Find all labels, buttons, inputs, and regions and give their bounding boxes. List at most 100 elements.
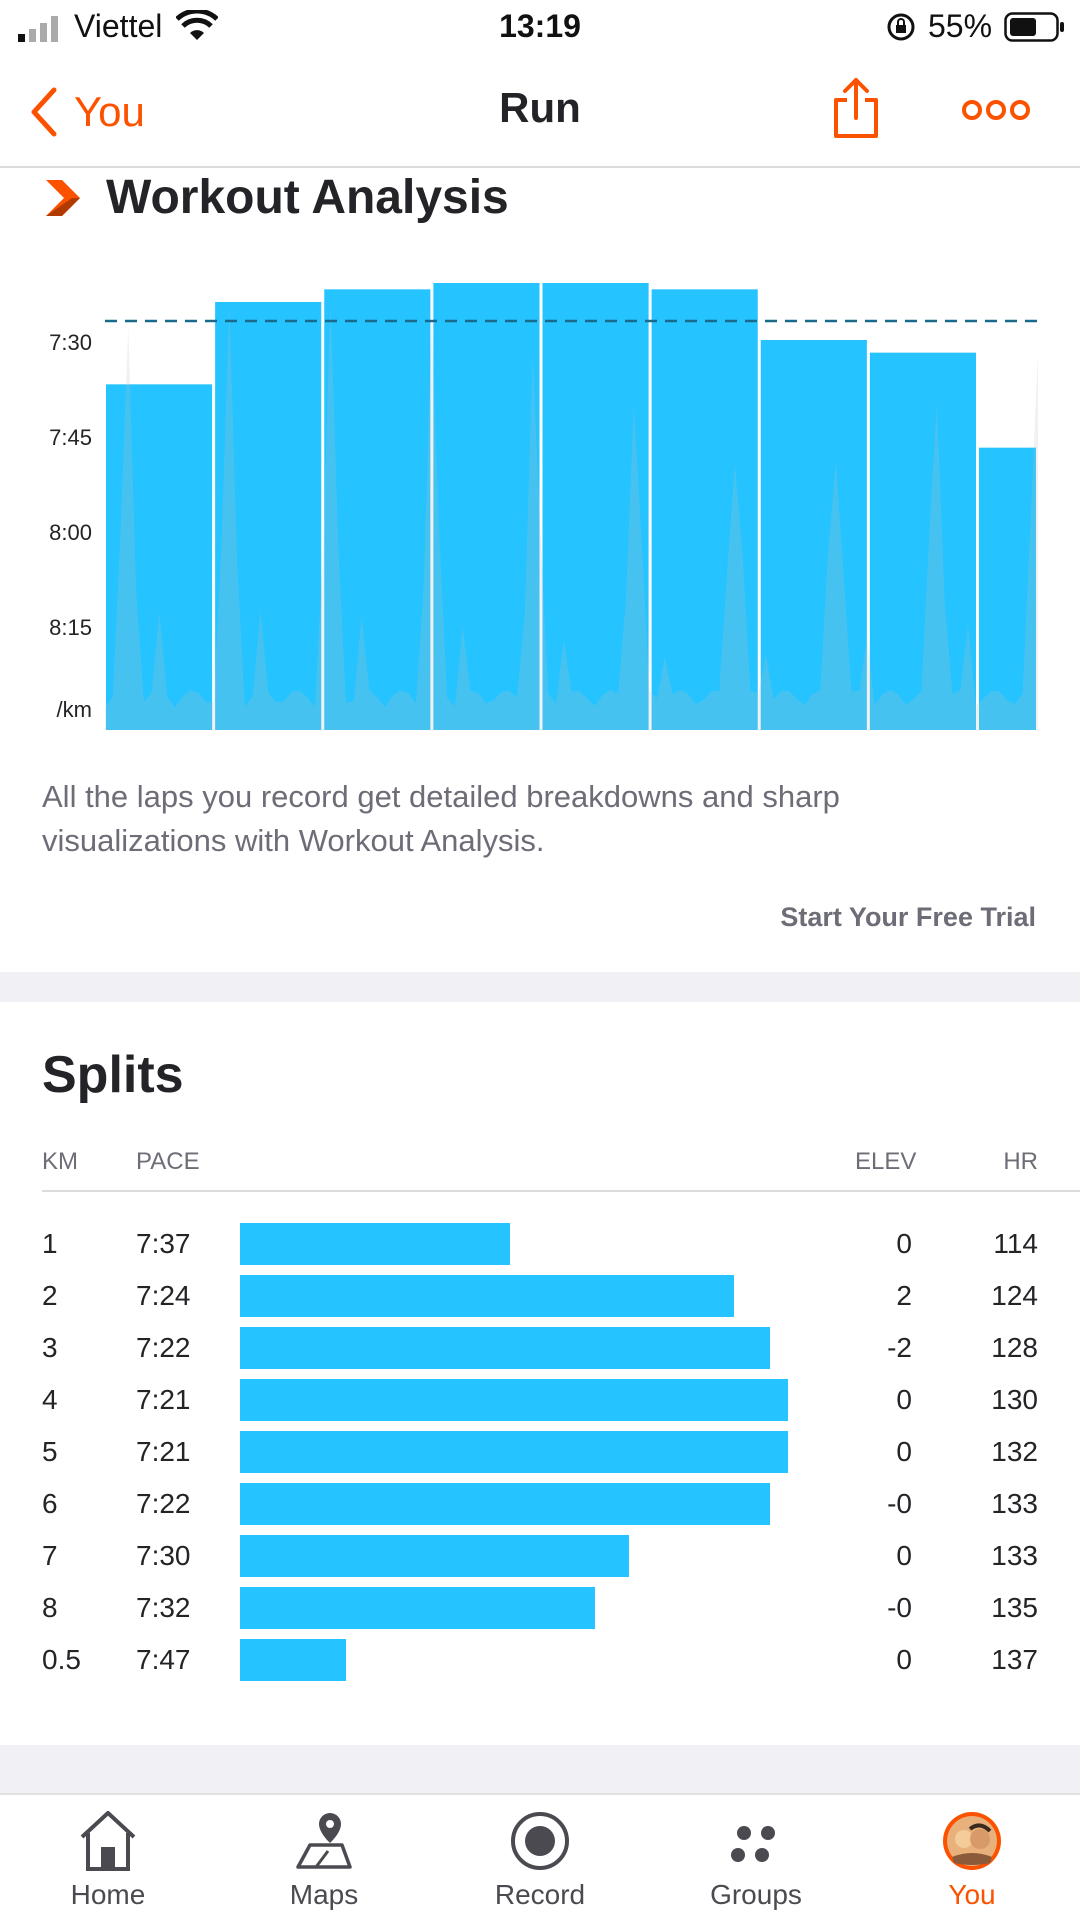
share-icon[interactable] bbox=[832, 76, 880, 140]
rotation-lock-icon bbox=[887, 13, 915, 41]
split-km: 1 bbox=[42, 1228, 58, 1259]
table-row: 0.5 7:47 0 137 bbox=[0, 1634, 1080, 1686]
tab-maps[interactable]: Maps bbox=[216, 1795, 432, 1922]
split-pace-bar bbox=[240, 1587, 595, 1629]
table-row: 5 7:21 0 132 bbox=[0, 1426, 1080, 1478]
split-elev: 0 bbox=[896, 1436, 912, 1467]
split-km: 7 bbox=[42, 1540, 58, 1571]
splits-title: Splits bbox=[42, 1046, 184, 1104]
workout-analysis-chart: 7:30 7:45 8:00 8:15/km bbox=[49, 283, 1038, 730]
split-km: 0.5 bbox=[42, 1644, 81, 1675]
more-options-icon[interactable] bbox=[962, 96, 1030, 124]
header-hr: HR bbox=[1003, 1148, 1038, 1175]
split-pace-bar bbox=[240, 1327, 770, 1369]
page-title: Run bbox=[499, 84, 581, 131]
split-pace-bar bbox=[240, 1639, 346, 1681]
header-divider bbox=[42, 1190, 1080, 1192]
lap-bar bbox=[760, 340, 867, 730]
table-row: 7 7:30 0 133 bbox=[0, 1530, 1080, 1582]
workout-analysis-header: Workout Analysis bbox=[44, 170, 509, 225]
split-hr: 132 bbox=[991, 1436, 1038, 1467]
split-hr: 124 bbox=[991, 1280, 1038, 1311]
split-hr: 130 bbox=[991, 1384, 1038, 1415]
y-tick-label: 8:00 bbox=[49, 520, 92, 545]
tab-groups-label: Groups bbox=[710, 1879, 802, 1910]
split-elev: 2 bbox=[896, 1280, 912, 1311]
table-row: 3 7:22 -2 128 bbox=[0, 1322, 1080, 1374]
summit-chevron-icon bbox=[46, 179, 80, 216]
y-tick-label: 8:15 bbox=[49, 615, 92, 640]
tab-groups[interactable]: Groups bbox=[648, 1795, 864, 1922]
split-pace-bar bbox=[240, 1223, 510, 1265]
split-pace: 7:21 bbox=[136, 1384, 191, 1415]
section-divider bbox=[0, 972, 1080, 1002]
split-hr: 137 bbox=[991, 1644, 1038, 1675]
tab-you-label: You bbox=[948, 1879, 996, 1910]
split-elev: -0 bbox=[887, 1592, 912, 1623]
split-km: 3 bbox=[42, 1332, 58, 1363]
tab-bar: Home Maps Record Groups You bbox=[0, 1793, 1080, 1922]
maps-icon bbox=[296, 1813, 352, 1869]
battery-icon bbox=[1004, 12, 1064, 42]
split-elev: -2 bbox=[887, 1332, 912, 1363]
header-km: KM bbox=[42, 1148, 78, 1175]
split-pace-bar bbox=[240, 1379, 788, 1421]
split-hr: 114 bbox=[993, 1228, 1038, 1259]
tab-home[interactable]: Home bbox=[0, 1795, 216, 1922]
split-pace: 7:30 bbox=[136, 1540, 191, 1571]
status-time: 13:19 bbox=[499, 8, 581, 44]
tab-record-label: Record bbox=[494, 1879, 586, 1910]
home-icon bbox=[80, 1811, 136, 1871]
split-km: 8 bbox=[42, 1592, 58, 1623]
split-pace: 7:37 bbox=[136, 1228, 191, 1259]
split-pace-bar bbox=[240, 1535, 629, 1577]
avatar bbox=[943, 1812, 1001, 1870]
split-km: 2 bbox=[42, 1280, 58, 1311]
split-hr: 133 bbox=[991, 1540, 1038, 1571]
tab-you[interactable]: You bbox=[864, 1795, 1080, 1922]
tab-home-label: Home bbox=[70, 1879, 146, 1910]
workout-analysis-description: All the laps you record get detailed bre… bbox=[42, 779, 840, 858]
back-label: You bbox=[74, 88, 145, 135]
free-trial-link[interactable]: Start Your Free Trial bbox=[780, 902, 1036, 933]
split-pace: 7:22 bbox=[136, 1488, 191, 1519]
table-row: 1 7:37 0 114 bbox=[0, 1218, 1080, 1270]
split-km: 4 bbox=[42, 1384, 58, 1415]
split-hr: 135 bbox=[991, 1592, 1038, 1623]
y-tick-label: 7:45 bbox=[49, 425, 92, 450]
split-km: 5 bbox=[42, 1436, 58, 1467]
tab-record[interactable]: Record bbox=[432, 1795, 648, 1922]
split-elev: 0 bbox=[896, 1228, 912, 1259]
back-button[interactable]: You bbox=[30, 84, 145, 140]
split-pace-bar bbox=[240, 1431, 788, 1473]
workout-analysis-title: Workout Analysis bbox=[106, 171, 509, 224]
y-tick-label: 7:30 bbox=[49, 330, 92, 355]
split-pace: 7:47 bbox=[136, 1644, 191, 1675]
table-row: 2 7:24 2 124 bbox=[0, 1270, 1080, 1322]
split-pace-bar bbox=[240, 1275, 734, 1317]
split-pace: 7:32 bbox=[136, 1592, 191, 1623]
table-row: 8 7:32 -0 135 bbox=[0, 1582, 1080, 1634]
battery-percent: 55% bbox=[928, 8, 993, 44]
chevron-left-icon bbox=[31, 87, 57, 137]
split-hr: 133 bbox=[991, 1488, 1038, 1519]
split-pace-bar bbox=[240, 1483, 770, 1525]
split-pace: 7:22 bbox=[136, 1332, 191, 1363]
status-bar: Viettel 13:19 55% bbox=[0, 0, 1080, 56]
split-elev: 0 bbox=[896, 1384, 912, 1415]
split-km: 6 bbox=[42, 1488, 58, 1519]
header-pace: PACE bbox=[136, 1148, 200, 1175]
split-hr: 128 bbox=[991, 1332, 1038, 1363]
split-elev: 0 bbox=[896, 1644, 912, 1675]
table-row: 6 7:22 -0 133 bbox=[0, 1478, 1080, 1530]
split-elev: 0 bbox=[896, 1540, 912, 1571]
section-divider bbox=[0, 1745, 1080, 1793]
groups-icon bbox=[731, 1826, 775, 1862]
split-elev: -0 bbox=[887, 1488, 912, 1519]
header-elev: ELEV bbox=[855, 1148, 917, 1175]
table-row: 4 7:21 0 130 bbox=[0, 1374, 1080, 1426]
y-axis-label: /km bbox=[57, 697, 92, 722]
nav-bar: You Run bbox=[0, 56, 1080, 168]
tab-maps-label: Maps bbox=[289, 1879, 359, 1910]
split-pace: 7:24 bbox=[136, 1280, 191, 1311]
